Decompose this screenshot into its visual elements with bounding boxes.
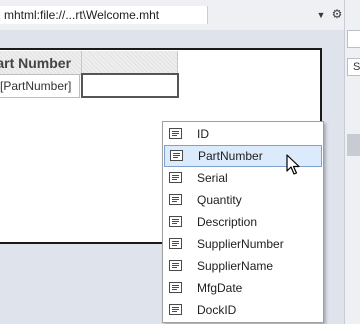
field-list-item-label: Quantity	[197, 193, 242, 207]
header-cell-empty[interactable]	[81, 51, 178, 75]
side-panel-box[interactable]	[347, 30, 360, 48]
properties-side-panel: S	[344, 0, 360, 324]
field-list-item[interactable]: SupplierName	[163, 255, 323, 277]
field-list-item-label: PartNumber	[198, 149, 263, 163]
field-list-item-label: SupplierNumber	[197, 237, 284, 251]
field-list-item-label: Description	[197, 215, 258, 229]
detail-cell-active[interactable]	[81, 73, 179, 98]
table-field-icon	[169, 304, 182, 315]
table-field-icon	[169, 238, 182, 249]
field-list-item-label: Serial	[197, 171, 228, 185]
field-list-item-label: ID	[197, 127, 209, 141]
detail-cell-part-number[interactable]: [PartNumber]	[0, 74, 80, 98]
field-list-item[interactable]: Description	[163, 211, 323, 233]
field-list-item[interactable]: MfgDate	[163, 277, 323, 299]
table-field-icon	[169, 172, 182, 183]
side-panel-field[interactable]: S	[347, 58, 360, 76]
chevron-down-icon[interactable]: ▼	[316, 8, 326, 22]
table-field-icon	[169, 260, 182, 271]
table-field-icon	[169, 282, 182, 293]
table-field-icon	[169, 128, 182, 139]
document-tab-title: mhtml:file://...rt\Welcome.mht	[4, 8, 160, 22]
report-designer-canvas: Part Number [PartNumber] ID PartNumber Ser…	[0, 30, 344, 324]
field-list-item[interactable]: Quantity	[163, 189, 323, 211]
field-list-item[interactable]: DockID	[163, 299, 323, 321]
mouse-pointer-icon	[286, 154, 300, 175]
field-list-item-label: DockID	[197, 303, 237, 317]
side-panel-field-text: S	[353, 61, 360, 73]
field-list-item-label: SupplierName	[197, 259, 274, 273]
document-tab-strip: mhtml:file://...rt\Welcome.mht ▼ ⚙	[0, 0, 344, 30]
field-list-item[interactable]: ID	[163, 123, 323, 145]
table-field-icon	[170, 150, 183, 161]
header-cell-part-number[interactable]: Part Number	[0, 51, 81, 75]
field-list-item[interactable]: SupplierNumber	[163, 233, 323, 255]
gear-icon[interactable]: ⚙	[330, 7, 344, 21]
table-header-row: Part Number	[0, 51, 178, 75]
table-field-icon	[169, 216, 182, 227]
side-panel-selected-row[interactable]	[347, 134, 360, 156]
document-tab[interactable]: mhtml:file://...rt\Welcome.mht	[0, 6, 208, 24]
field-picker-list[interactable]: ID PartNumber Serial Quantity Description Sup…	[162, 121, 324, 323]
table-field-icon	[169, 194, 182, 205]
field-list-item-label: MfgDate	[197, 281, 243, 295]
